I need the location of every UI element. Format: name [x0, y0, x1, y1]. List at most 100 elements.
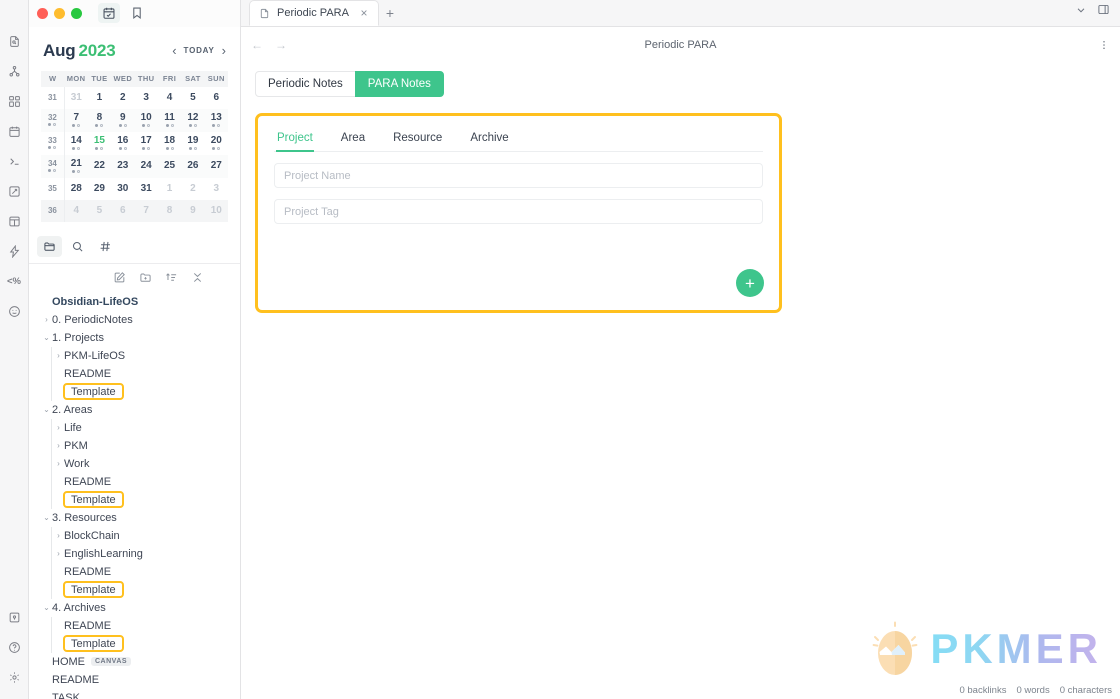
calendar-day-cell[interactable]: 10	[204, 199, 228, 222]
calendar-day-cell[interactable]: 2	[111, 87, 134, 109]
project-tag-input[interactable]: Project Tag	[274, 199, 763, 224]
calendar-week-number[interactable]: 31	[41, 86, 65, 109]
calendar-next-button[interactable]: ›	[222, 44, 226, 57]
tree-twisty-icon[interactable]: ⌄	[41, 513, 52, 522]
calendar-day-cell[interactable]: 30	[111, 178, 134, 200]
templater-icon[interactable]: <%	[3, 270, 26, 293]
calendar-day-cell[interactable]: 9	[111, 108, 135, 132]
tree-folder-row[interactable]: › Life	[29, 418, 240, 437]
graph-view-icon[interactable]	[3, 60, 26, 83]
calendar-day-cell[interactable]: 11	[157, 108, 182, 132]
project-name-input[interactable]: Project Name	[274, 163, 763, 188]
lightning-icon[interactable]	[3, 240, 26, 263]
calendar-day-cell[interactable]: 3	[135, 87, 158, 109]
calendar-day-cell[interactable]: 2	[181, 178, 204, 200]
sort-icon[interactable]	[164, 271, 178, 285]
calendar-day-cell[interactable]: 26	[181, 154, 205, 178]
calendar-day-cell[interactable]: 6	[111, 199, 135, 222]
tree-file-row[interactable]: Template	[29, 580, 240, 599]
calendar-day-cell[interactable]: 1	[158, 178, 181, 200]
add-para-note-button[interactable]: +	[736, 269, 764, 297]
tree-folder-row[interactable]: › Work	[29, 454, 240, 473]
calendar-day-cell[interactable]: 13	[204, 108, 228, 132]
tree-file-row[interactable]: HOME CANVAS	[29, 653, 240, 671]
calendar-day-cell[interactable]: 7	[134, 199, 158, 222]
calendar-day-cell[interactable]: 7	[64, 108, 88, 132]
tree-file-row[interactable]: README	[29, 616, 240, 635]
calendar-icon[interactable]	[3, 120, 26, 143]
calendar-day-cell[interactable]: 17	[135, 132, 158, 155]
calendar-today-button[interactable]: TODAY	[184, 46, 215, 55]
tree-folder-row[interactable]: ⌄ 3. Resources	[29, 509, 240, 527]
layout-panels-icon[interactable]	[3, 210, 26, 233]
tree-file-row[interactable]: README	[29, 472, 240, 491]
more-options-icon[interactable]	[1098, 39, 1110, 51]
tree-twisty-icon[interactable]: ⌄	[41, 333, 52, 342]
files-tab[interactable]	[37, 235, 62, 257]
close-tab-icon[interactable]: ×	[358, 6, 370, 20]
tree-twisty-icon[interactable]: ›	[53, 531, 64, 540]
calendar-day-cell[interactable]: 5	[181, 87, 204, 109]
tree-file-row[interactable]: README	[29, 562, 240, 581]
character-count[interactable]: 0 characters	[1060, 685, 1112, 696]
tree-file-row[interactable]: Template	[29, 382, 240, 401]
tree-folder-row[interactable]: ⌄ 1. Projects	[29, 329, 240, 347]
calendar-day-cell[interactable]: 24	[134, 154, 158, 178]
tree-folder-row[interactable]: › 0. PeriodicNotes	[29, 311, 240, 329]
backlinks-count[interactable]: 0 backlinks	[959, 685, 1006, 696]
calendar-day-cell[interactable]: 8	[157, 199, 182, 222]
calendar-day-cell[interactable]: 23	[111, 154, 135, 178]
file-search-icon[interactable]	[3, 30, 26, 53]
dashboard-grid-icon[interactable]	[3, 90, 26, 113]
calendar-week-number[interactable]: 32	[41, 108, 65, 132]
calendar-day-cell[interactable]: 31	[64, 87, 87, 109]
calendar-week-number[interactable]: 35	[41, 177, 65, 200]
calendar-day-cell[interactable]: 31	[135, 178, 158, 200]
calendar-day-cell[interactable]: 10	[134, 108, 158, 132]
para-tab-project[interactable]: Project	[276, 130, 314, 152]
vault-switcher-icon[interactable]	[3, 609, 26, 632]
calendar-day-cell[interactable]: 18	[158, 132, 181, 155]
tree-twisty-icon[interactable]: ⌄	[41, 603, 52, 612]
tags-tab[interactable]	[93, 236, 118, 257]
excalidraw-icon[interactable]	[3, 180, 26, 203]
calendar-day-cell[interactable]: 5	[87, 199, 112, 222]
vault-name[interactable]: Obsidian-LifeOS	[29, 293, 240, 311]
calendar-day-cell[interactable]: 15	[88, 132, 111, 155]
word-count[interactable]: 0 words	[1016, 685, 1049, 696]
calendar-day-cell[interactable]: 20	[205, 132, 228, 155]
tree-twisty-icon[interactable]: ›	[53, 549, 64, 558]
chevron-down-icon[interactable]	[1075, 3, 1087, 21]
tree-file-row[interactable]: Template	[29, 490, 240, 509]
right-sidebar-toggle-icon[interactable]	[1097, 3, 1110, 21]
tree-file-row[interactable]: TASK	[29, 689, 240, 699]
calendar-day-cell[interactable]: 27	[204, 154, 228, 178]
calendar-check-icon[interactable]	[98, 3, 120, 24]
tree-folder-row[interactable]: › PKM-LifeOS	[29, 346, 240, 365]
search-tab[interactable]	[65, 236, 90, 257]
tree-file-row[interactable]: README	[29, 364, 240, 383]
new-note-icon[interactable]	[112, 271, 126, 285]
calendar-prev-button[interactable]: ‹	[172, 44, 176, 57]
para-tab-resource[interactable]: Resource	[392, 130, 443, 151]
calendar-day-cell[interactable]: 9	[181, 199, 205, 222]
para-tab-area[interactable]: Area	[340, 130, 366, 151]
calendar-day-cell[interactable]: 28	[64, 178, 87, 200]
calendar-day-cell[interactable]: 3	[205, 178, 228, 200]
calendar-day-cell[interactable]: 21	[64, 154, 88, 178]
calendar-day-cell[interactable]: 4	[64, 199, 88, 222]
tree-folder-row[interactable]: › EnglishLearning	[29, 544, 240, 563]
tab-periodic-para[interactable]: Periodic PARA ×	[249, 0, 379, 26]
calendar-day-cell[interactable]: 6	[205, 87, 228, 109]
calendar-day-cell[interactable]: 12	[181, 108, 205, 132]
calendar-day-cell[interactable]: 29	[88, 178, 111, 200]
tree-twisty-icon[interactable]: ›	[53, 441, 64, 450]
tree-folder-row[interactable]: › PKM	[29, 436, 240, 455]
settings-gear-icon[interactable]	[3, 669, 26, 692]
tree-twisty-icon[interactable]: ›	[53, 423, 64, 432]
tree-file-row[interactable]: Template	[29, 634, 240, 653]
tree-folder-row[interactable]: ⌄ 4. Archives	[29, 599, 240, 617]
tree-twisty-icon[interactable]: ›	[53, 351, 64, 360]
minimize-window-button[interactable]	[54, 7, 65, 19]
tree-twisty-icon[interactable]: ›	[53, 459, 64, 468]
